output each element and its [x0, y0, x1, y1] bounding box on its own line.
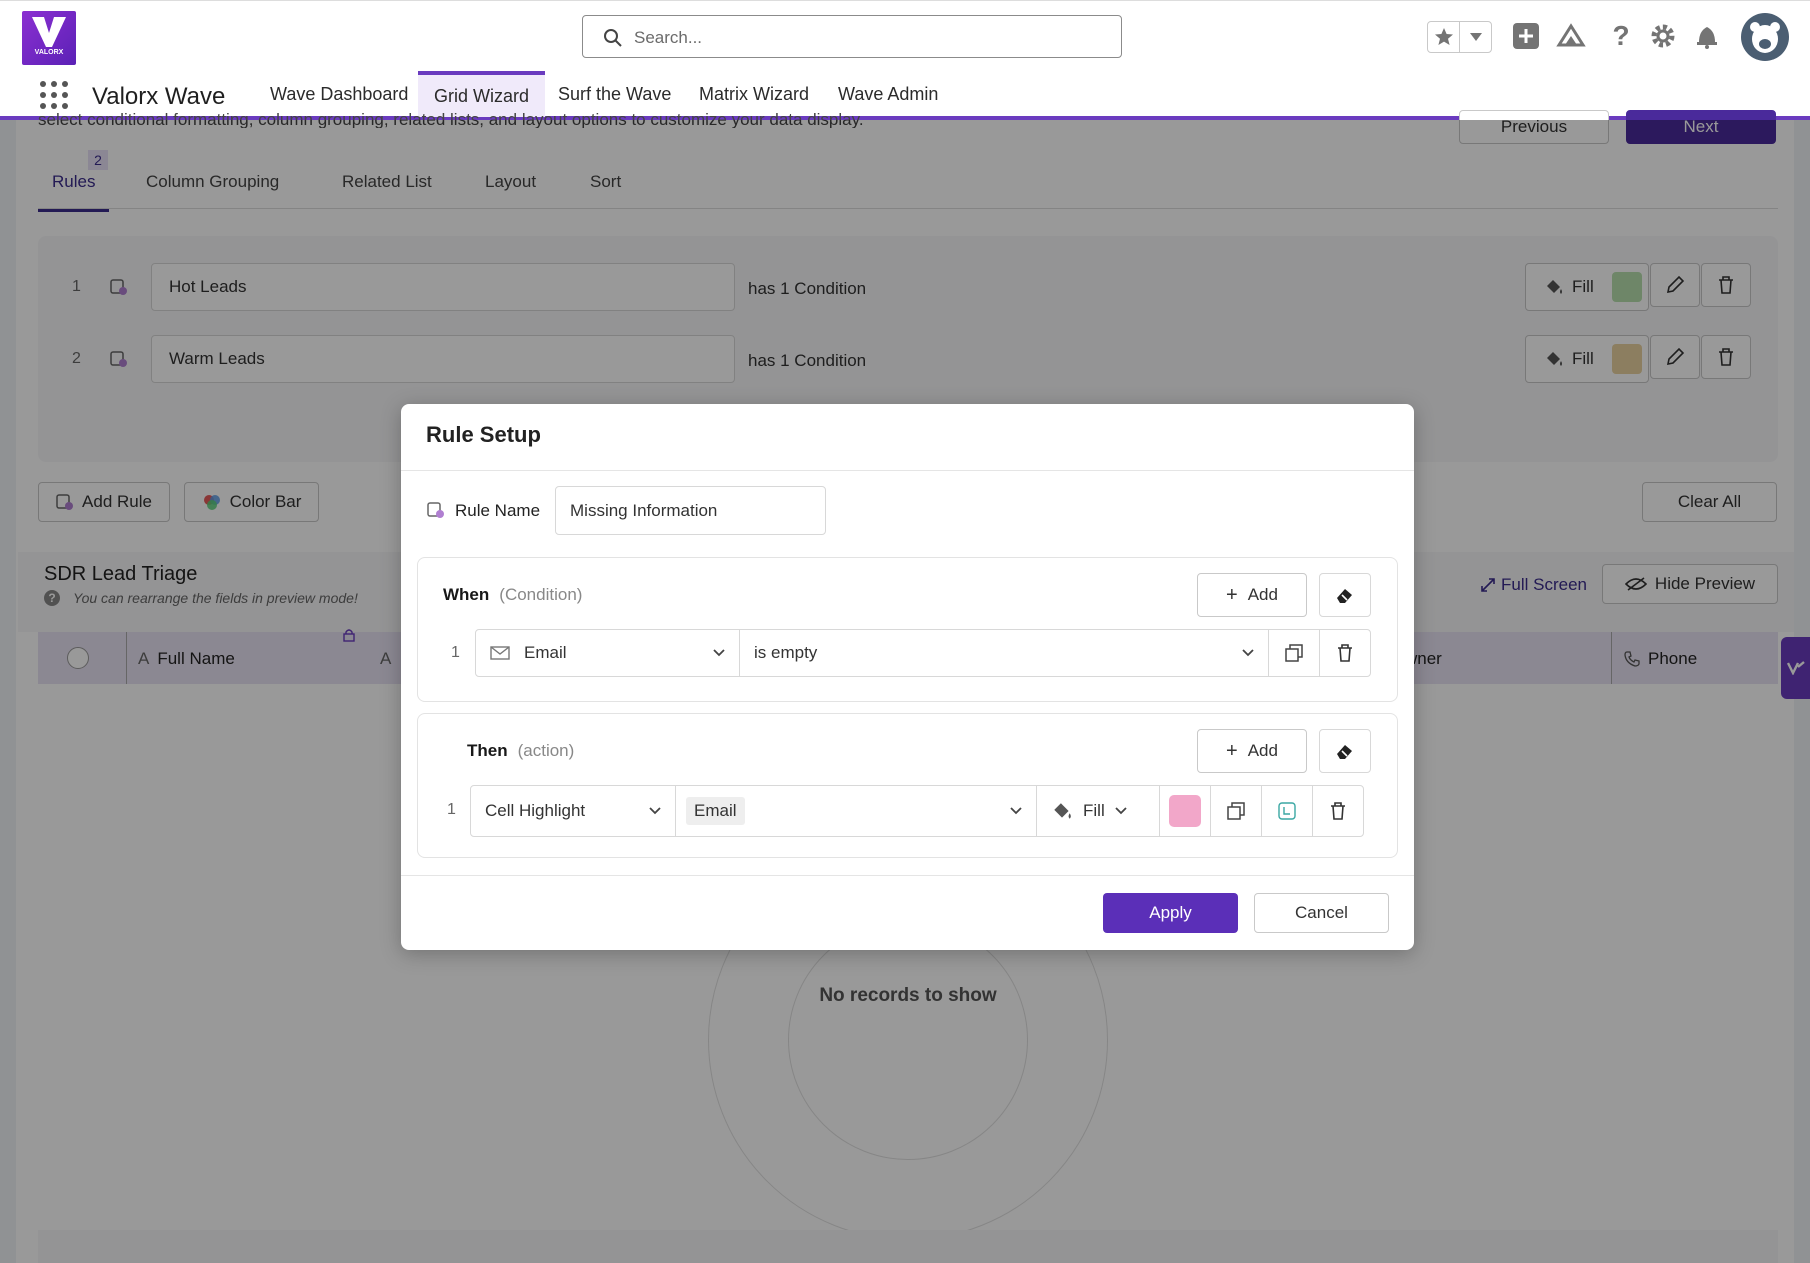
rule-name-input[interactable]: Missing Information	[555, 486, 826, 535]
cancel-button[interactable]: Cancel	[1254, 893, 1389, 933]
when-label: When	[443, 585, 490, 604]
search-placeholder: Search...	[634, 28, 703, 47]
favorites-button[interactable]	[1427, 21, 1492, 53]
app-name: Valorx Wave	[92, 83, 226, 110]
copy-action-button[interactable]	[1210, 785, 1262, 837]
action-number: 1	[447, 801, 456, 818]
condition-operator-select[interactable]: is empty	[739, 629, 1269, 677]
bell-icon[interactable]	[1692, 21, 1722, 51]
rule-name-icon	[427, 501, 445, 519]
plus-icon: +	[1226, 739, 1238, 762]
copy-icon	[1285, 644, 1303, 662]
then-label: Then	[467, 741, 508, 760]
chevron-down-icon	[1242, 649, 1254, 657]
app-launcher-icon[interactable]	[38, 79, 70, 111]
rule-name-label: Rule Name	[455, 501, 541, 520]
lookup-field-button[interactable]	[1261, 785, 1313, 837]
add-label: Add	[1247, 741, 1278, 760]
valorx-logo[interactable]: VALORX	[22, 11, 76, 65]
modal-title: Rule Setup	[426, 422, 541, 447]
trailhead-icon[interactable]	[1556, 21, 1586, 51]
condition-heading: When (Condition)	[443, 585, 582, 605]
star-icon[interactable]	[1428, 22, 1459, 52]
copy-icon	[1227, 802, 1245, 820]
help-icon[interactable]: ?	[1606, 20, 1636, 51]
action-sub: (action)	[517, 741, 575, 760]
clear-conditions-button[interactable]	[1319, 573, 1371, 617]
action-field-pill: Email	[686, 797, 745, 825]
trash-icon	[1329, 801, 1347, 821]
mail-icon	[490, 646, 510, 660]
delete-condition-button[interactable]	[1319, 629, 1371, 677]
trash-icon	[1336, 643, 1354, 663]
clear-actions-button[interactable]	[1319, 729, 1371, 773]
copy-condition-button[interactable]	[1268, 629, 1320, 677]
action-color-picker[interactable]	[1159, 785, 1211, 837]
modal-header-divider	[401, 470, 1414, 471]
condition-field-value: Email	[524, 643, 567, 662]
action-type-select[interactable]: Cell Highlight	[470, 785, 676, 837]
condition-operator-value: is empty	[754, 643, 818, 662]
action-style-select[interactable]: Fill	[1036, 785, 1160, 837]
condition-sub: (Condition)	[499, 585, 583, 604]
user-avatar[interactable]	[1741, 13, 1789, 61]
gear-icon[interactable]	[1648, 21, 1678, 51]
add-icon[interactable]	[1511, 21, 1541, 51]
add-action-button[interactable]: + Add	[1197, 729, 1307, 773]
global-search-input[interactable]: Search...	[582, 15, 1122, 58]
eraser-icon	[1335, 741, 1355, 761]
search-icon	[603, 28, 623, 48]
chevron-down-icon	[1115, 807, 1127, 815]
logo-text: VALORX	[34, 49, 64, 56]
action-field-select[interactable]: Email	[675, 785, 1037, 837]
chevron-down-icon	[649, 807, 661, 815]
chevron-down-icon	[713, 649, 725, 657]
highlight-color-swatch	[1169, 795, 1201, 827]
chevron-down-icon	[1010, 807, 1022, 815]
lookup-icon	[1278, 802, 1296, 820]
chevron-down-icon[interactable]	[1459, 22, 1491, 52]
apply-button[interactable]: Apply	[1103, 893, 1238, 933]
modal-footer-divider	[401, 875, 1414, 876]
condition-field-select[interactable]: Email	[475, 629, 740, 677]
action-type-value: Cell Highlight	[485, 801, 586, 820]
action-style-value: Fill	[1083, 801, 1105, 820]
plus-icon: +	[1226, 583, 1238, 606]
eraser-icon	[1335, 585, 1355, 605]
action-heading: Then (action)	[467, 741, 574, 761]
delete-action-button[interactable]	[1312, 785, 1364, 837]
add-condition-button[interactable]: + Add	[1197, 573, 1307, 617]
rule-setup-modal: Rule Setup Rule Name Missing Information…	[401, 404, 1414, 950]
global-header: VALORX Search... ? Valorx Wave Wave Dash…	[0, 0, 1810, 120]
paint-bucket-icon	[1051, 800, 1073, 822]
add-label: Add	[1247, 585, 1278, 604]
condition-number: 1	[451, 644, 460, 661]
